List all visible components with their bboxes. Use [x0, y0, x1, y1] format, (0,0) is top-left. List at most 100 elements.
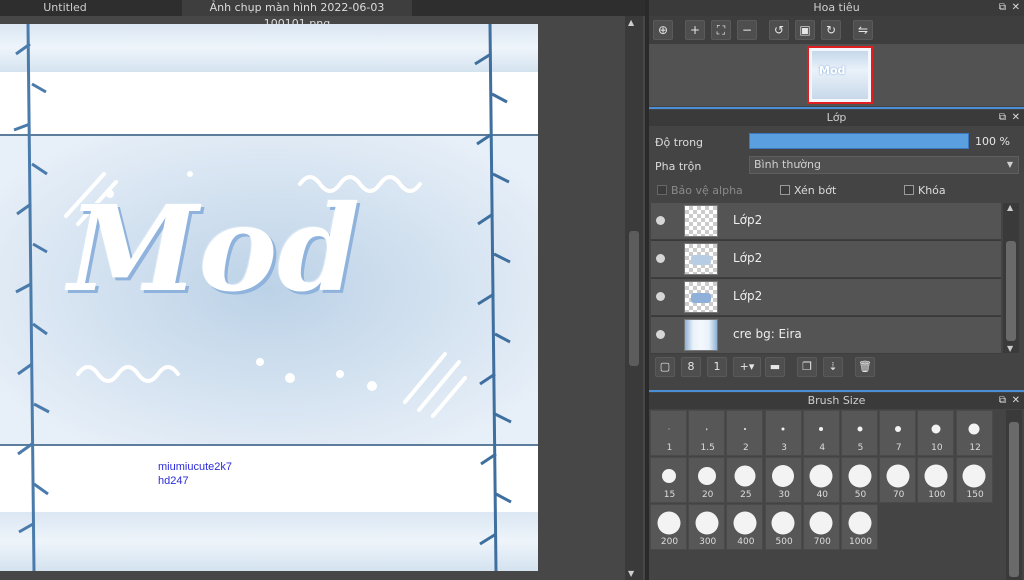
close-icon[interactable]: ✕ — [1012, 110, 1020, 126]
brush-dot-icon — [733, 511, 757, 535]
brush-dot-icon — [661, 469, 676, 483]
navigator-view[interactable]: Mod — [649, 44, 1024, 106]
navigator-toolbar: ⊕ + ⛶ − ↺ ▣ ↻ ⇋ — [649, 16, 1024, 44]
brush-dot-icon — [894, 426, 901, 432]
scroll-up-icon[interactable]: ▲ — [628, 18, 634, 27]
credit-line-1: miumiucute2k7 — [158, 461, 232, 473]
brush-size-option[interactable]: 30 — [764, 457, 802, 503]
brush-scrollbar[interactable] — [1006, 410, 1022, 580]
new-folder-icon[interactable]: ▬ — [765, 357, 785, 377]
brush-size-option[interactable]: 5 — [841, 410, 878, 456]
brush-dot-icon — [771, 511, 795, 535]
rotate-left-icon[interactable]: ↺ — [769, 20, 789, 40]
popout-icon[interactable]: ⧉ — [999, 393, 1006, 409]
popout-icon[interactable]: ⧉ — [999, 0, 1006, 16]
brush-size-option[interactable]: 10 — [917, 410, 955, 456]
brush-size-option[interactable]: 1000 — [841, 504, 878, 550]
brush-size-label: 4 — [819, 443, 826, 453]
brush-size-label: 50 — [854, 490, 867, 500]
brush-size-option[interactable]: 500 — [764, 504, 802, 550]
layer-name: cre bg: Eira — [733, 327, 802, 341]
blend-label: Pha trộn — [655, 160, 702, 173]
opacity-slider[interactable] — [749, 133, 969, 149]
reset-icon[interactable]: ▣ — [795, 20, 815, 40]
protect-alpha-checkbox[interactable]: Bảo vệ alpha — [657, 184, 743, 197]
lock-checkbox[interactable]: Khóa — [904, 184, 946, 197]
brush-size-option[interactable]: 40 — [802, 457, 840, 503]
right-panels: Hoa tiêu ⧉ ✕ ⊕ + ⛶ − ↺ ▣ ↻ ⇋ Mod Lớp ⧉ ✕ — [649, 0, 1024, 580]
visibility-icon[interactable] — [656, 216, 665, 225]
layer-name: Lớp2 — [733, 289, 763, 303]
scroll-down-icon[interactable]: ▼ — [628, 569, 634, 578]
zoom-in-icon[interactable]: + — [685, 20, 705, 40]
canvas-scrollbar[interactable]: ▲ ▼ — [625, 16, 643, 580]
new-layer-icon[interactable]: ▢ — [655, 357, 675, 377]
close-icon[interactable]: ✕ — [1012, 0, 1020, 16]
brush-size-option[interactable]: 12 — [955, 410, 993, 456]
zoom-in-icon[interactable]: ⊕ — [653, 20, 673, 40]
layer-row[interactable]: Lớp2 — [651, 241, 1001, 278]
brush-size-option[interactable]: 50 — [841, 457, 878, 503]
brush-size-option[interactable]: 2 — [726, 410, 764, 456]
brush-size-option[interactable]: 3 — [764, 410, 802, 456]
brush-dot-icon — [848, 511, 871, 535]
scroll-down-icon[interactable]: ▼ — [1007, 344, 1013, 353]
brush-size-option[interactable]: 1.5 — [688, 410, 726, 456]
layer-scrollbar[interactable]: ▲ ▼ — [1003, 203, 1019, 353]
brush-size-option[interactable]: 400 — [726, 504, 764, 550]
delete-layer-icon[interactable]: 🗑 — [855, 357, 875, 377]
layer-thumbnail — [684, 243, 718, 275]
brush-size-option[interactable]: 20 — [688, 457, 726, 503]
layer-row[interactable]: Lớp2 — [651, 203, 1001, 240]
brush-size-header: Brush Size ⧉ ✕ — [649, 393, 1024, 409]
drawing-canvas[interactable]: Mod miumiucute2k7 hd247 — [0, 24, 538, 571]
new-8bit-layer-icon[interactable]: 8 — [681, 357, 701, 377]
layer-header: Lớp ⧉ ✕ — [649, 110, 1024, 126]
scrollbar-thumb[interactable] — [1009, 422, 1019, 577]
brush-size-option[interactable]: 15 — [650, 457, 687, 503]
visibility-icon[interactable] — [656, 330, 665, 339]
tab-untitled[interactable]: Untitled — [0, 0, 130, 16]
tab-screenshot[interactable]: Ảnh chụp màn hình 2022-06-03 100101.png — [182, 0, 412, 30]
brush-size-option[interactable]: 4 — [802, 410, 840, 456]
layer-thumbnail — [684, 205, 718, 237]
scroll-up-icon[interactable]: ▲ — [1007, 203, 1013, 212]
new-1bit-layer-icon[interactable]: 1 — [707, 357, 727, 377]
blend-mode-select[interactable]: Bình thường ▼ — [749, 156, 1019, 174]
merge-layer-icon[interactable]: ⇣ — [823, 357, 843, 377]
popout-icon[interactable]: ⧉ — [999, 110, 1006, 126]
brush-size-label: 40 — [816, 490, 829, 500]
layer-row[interactable]: cre bg: Eira — [651, 317, 1001, 354]
brush-size-option[interactable]: 700 — [802, 504, 840, 550]
brush-size-label: 7 — [895, 443, 902, 453]
brush-size-option[interactable]: 7 — [879, 410, 917, 456]
layer-row[interactable]: Lớp2 — [651, 279, 1001, 316]
brush-size-option[interactable]: 25 — [726, 457, 764, 503]
brush-size-label: 500 — [775, 537, 793, 547]
clipping-checkbox[interactable]: Xén bớt — [780, 184, 836, 197]
brush-size-label: 10 — [931, 443, 943, 453]
close-icon[interactable]: ✕ — [1012, 393, 1020, 409]
duplicate-layer-icon[interactable]: ❐ — [797, 357, 817, 377]
brush-size-option[interactable]: 70 — [879, 457, 917, 503]
rotate-right-icon[interactable]: ↻ — [821, 20, 841, 40]
brush-size-option[interactable]: 100 — [917, 457, 955, 503]
visibility-icon[interactable] — [656, 292, 665, 301]
brush-size-option[interactable]: 1 — [650, 410, 687, 456]
visibility-icon[interactable] — [656, 254, 665, 263]
brush-size-option[interactable]: 300 — [688, 504, 726, 550]
brush-dot-icon — [695, 511, 719, 535]
zoom-out-icon[interactable]: − — [737, 20, 757, 40]
brush-size-option[interactable]: 200 — [650, 504, 687, 550]
navigator-thumbnail[interactable]: Mod — [807, 46, 873, 104]
brush-size-label: 1 — [666, 443, 673, 453]
scrollbar-thumb[interactable] — [1006, 241, 1016, 341]
scrollbar-thumb[interactable] — [629, 231, 639, 366]
add-layer-menu-icon[interactable]: +▾ — [733, 357, 761, 377]
layer-toolbar: ▢ 8 1 +▾ ▬ ❐ ⇣ 🗑 — [651, 355, 1021, 381]
zoom-fit-icon[interactable]: ⛶ — [711, 20, 731, 40]
brush-dot-icon — [734, 465, 756, 487]
brush-size-label: 400 — [737, 537, 755, 547]
brush-size-option[interactable]: 150 — [955, 457, 993, 503]
flip-icon[interactable]: ⇋ — [853, 20, 873, 40]
